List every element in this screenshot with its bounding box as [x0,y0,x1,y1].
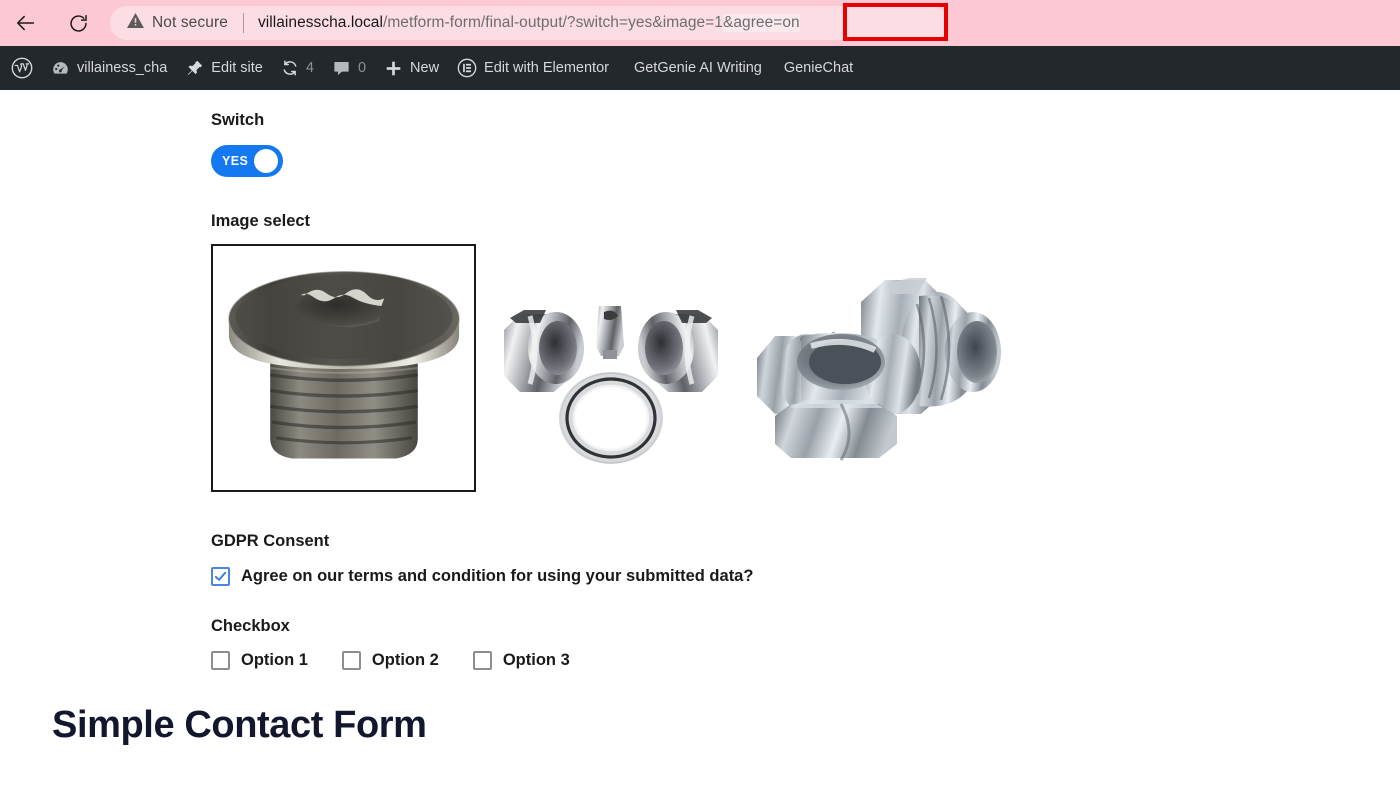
image-option-2[interactable] [486,270,736,470]
admin-bar-new-label: New [410,59,440,76]
browser-toolbar: Not secure villainesscha.local/metform-f… [0,0,1400,46]
checkbox-group-field: Checkbox Option 1 Option 2 Option 3 [0,616,1400,670]
checkbox-row-option-2[interactable]: Option 2 [341,651,439,670]
checkbox-group-field-label: Checkbox [211,616,290,635]
admin-bar-edit-site-label: Edit site [211,59,263,76]
gdpr-consent-row[interactable]: Agree on our terms and condition for usi… [211,566,1400,586]
url-text[interactable]: villainesscha.local/metform-form/final-o… [258,14,800,32]
checkbox-option-3[interactable] [472,651,492,670]
url-highlight-text: &agree=on [722,14,800,32]
checkbox-option-2[interactable] [341,651,361,670]
gdpr-consent-field: GDPR Consent Agree on our terms and cond… [0,533,1400,586]
admin-bar-item-updates[interactable]: 4 [272,46,323,90]
admin-bar-site-name-label: villainess_cha [77,59,168,76]
checkbox-group-options: Option 1 Option 2 Option 3 [211,651,1400,670]
elementor-icon [457,58,477,78]
updates-refresh-icon [281,59,299,77]
plus-icon [384,59,403,78]
dashboard-gauge-icon [51,59,70,78]
switch-toggle[interactable]: YES [211,144,283,177]
switch-value-label: YES [222,153,249,168]
switch-field-label: Switch [211,111,265,129]
checkbox-option-3-label: Option 3 [502,651,570,670]
gdpr-field-label: GDPR Consent [211,532,330,550]
checkbox-option-1[interactable] [211,651,230,670]
checkbox-option-2-label: Option 2 [371,651,439,670]
pushpin-icon [185,59,204,78]
admin-bar-item-new[interactable]: New [375,46,448,90]
reload-icon [68,13,89,34]
admin-bar-item-getgenie[interactable]: GetGenie AI Writing [618,46,771,90]
back-arrow-icon [15,12,37,34]
image-select-options [211,244,1400,492]
wordpress-logo-icon [11,57,33,79]
admin-bar-updates-count: 4 [305,59,314,76]
address-bar[interactable]: Not secure villainesscha.local/metform-f… [110,6,948,40]
image-option-selected[interactable] [211,244,476,492]
admin-bar-comments-count: 0 [357,59,367,76]
checkbox-option-1-label: Option 1 [241,651,308,670]
admin-bar-item-edit-site[interactable]: Edit site [176,46,272,90]
admin-bar-item-edit-with-elementor[interactable]: Edit with Elementor [448,46,618,90]
admin-bar-getgenie-label: GetGenie AI Writing [633,59,762,76]
image-select-field-label: Image select [211,211,311,230]
back-button[interactable] [8,5,44,41]
checkbox-row-option-1[interactable]: Option 1 [211,651,308,670]
switch-field: Switch YES [0,112,1400,177]
warning-triangle-icon [126,11,145,35]
wordpress-admin-bar: villainess_cha Edit site 4 0 New Edit wi… [0,46,1400,90]
security-status[interactable]: Not secure [126,11,228,35]
url-host: villainesscha.local [257,14,383,31]
gdpr-consent-checkbox[interactable] [211,566,230,586]
security-label: Not secure [152,14,228,31]
checkmark-icon [214,570,227,583]
admin-bar-item-wp-logo[interactable] [2,46,42,90]
admin-bar-item-site-name[interactable]: villainess_cha [42,46,176,90]
admin-bar-item-geniechat[interactable]: GenieChat [771,46,862,90]
page-section-heading: Simple Contact Form [52,704,427,746]
image-option-3[interactable] [741,266,1031,471]
admin-bar-geniechat-label: GenieChat [783,59,854,76]
gdpr-consent-label: Agree on our terms and condition for usi… [241,566,754,585]
admin-bar-elementor-label: Edit with Elementor [484,59,609,76]
reload-button[interactable] [60,5,96,41]
jic-flare-fittings-icon [741,266,1031,471]
form-output-content: Switch YES Image select GDPR Consent Agr… [0,90,1400,800]
admin-bar-item-comments[interactable]: 0 [323,46,375,90]
omnibox-divider [242,13,244,33]
image-select-field: Image select [0,211,1400,492]
comment-bubble-icon [332,59,351,78]
hex-bushings-clip-ring-icon [486,270,736,470]
threaded-plug-torx-head-icon [213,246,474,490]
switch-knob [254,148,278,173]
checkbox-row-option-3[interactable]: Option 3 [472,651,570,670]
url-path: /metform-form/final-output/?switch=yes&i… [382,14,723,31]
